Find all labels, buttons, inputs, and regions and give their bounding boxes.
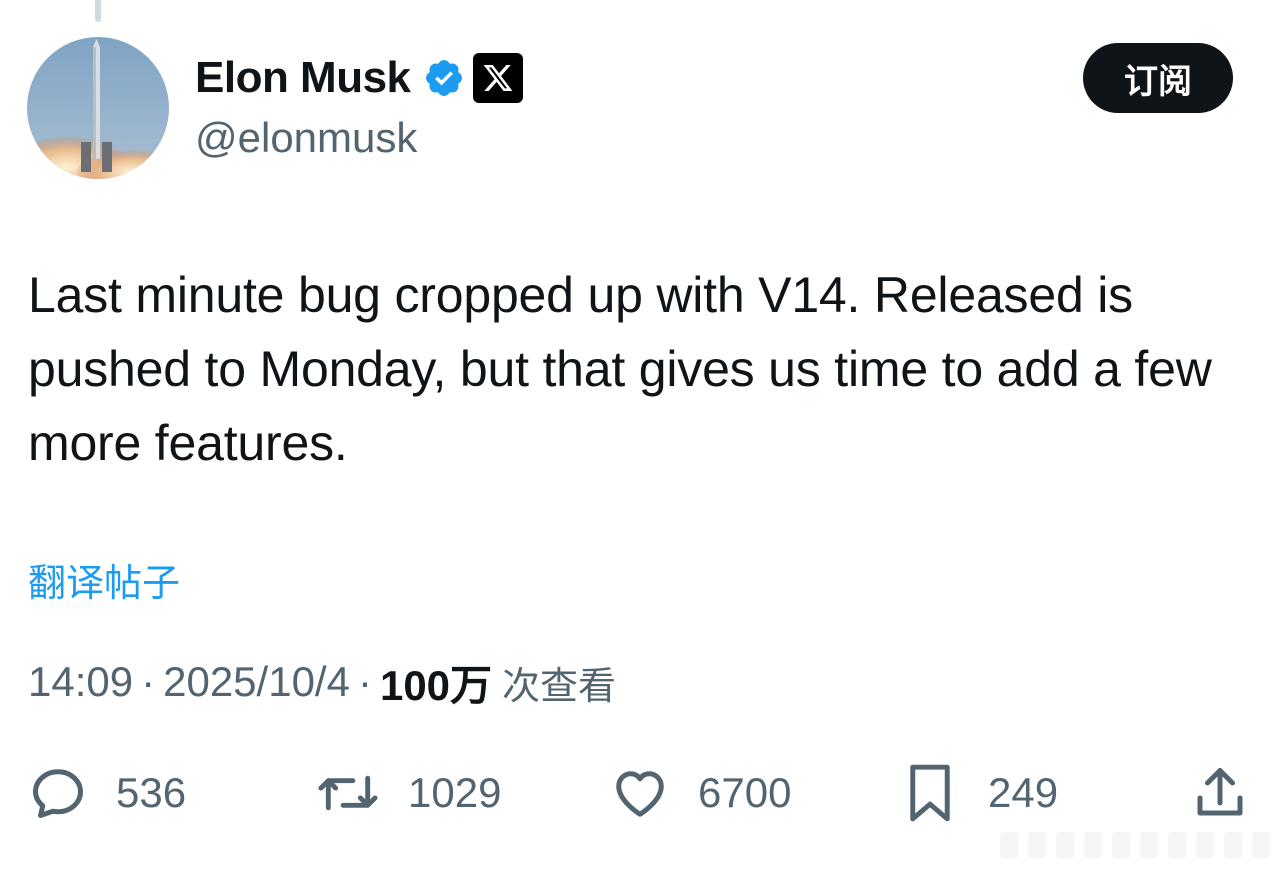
views-count: 100万 [379, 661, 493, 709]
author-name-row: Elon Musk [195, 52, 523, 104]
avatar[interactable] [27, 37, 169, 179]
avatar-rocket-image [27, 37, 169, 179]
thread-connector-line [95, 0, 101, 22]
meta-separator: · [141, 658, 156, 705]
tweet-time[interactable]: 14:09 [28, 658, 133, 706]
verified-badge-icon [425, 60, 462, 96]
repost-count: 1029 [408, 769, 502, 816]
meta-separator: · [357, 658, 372, 705]
subscribe-button[interactable]: 订阅 [1083, 43, 1233, 113]
x-logo-icon[interactable] [472, 53, 523, 103]
bookmark-button[interactable]: 249 [900, 758, 1058, 828]
translate-post-link[interactable]: 翻译帖子 [28, 552, 180, 607]
views-label: 次查看 [502, 663, 617, 708]
repost-button[interactable]: 1029 [316, 758, 501, 828]
tweet-date[interactable]: 2025/10/4 [163, 658, 350, 706]
heart-icon [616, 771, 664, 817]
like-button[interactable]: 6700 [610, 758, 791, 828]
bookmark-icon [910, 764, 950, 822]
display-name[interactable]: Elon Musk [195, 53, 411, 103]
repost-icon [318, 775, 378, 811]
action-bar: 536 1029 6700 249 [0, 758, 1284, 828]
share-button[interactable] [1190, 758, 1250, 828]
tweet-meta: 14:09 · 2025/10/4 · 100万 次查看 [28, 652, 616, 712]
share-icon [1197, 768, 1243, 816]
watermark [1000, 828, 1280, 862]
bookmark-count: 249 [988, 769, 1059, 816]
like-count: 6700 [698, 769, 792, 816]
reply-button[interactable]: 536 [28, 758, 186, 828]
reply-icon [33, 769, 83, 818]
user-handle[interactable]: @elonmusk [195, 114, 417, 162]
tweet-text: Last minute bug cropped up with V14. Rel… [28, 267, 1212, 471]
reply-count: 536 [116, 769, 187, 816]
